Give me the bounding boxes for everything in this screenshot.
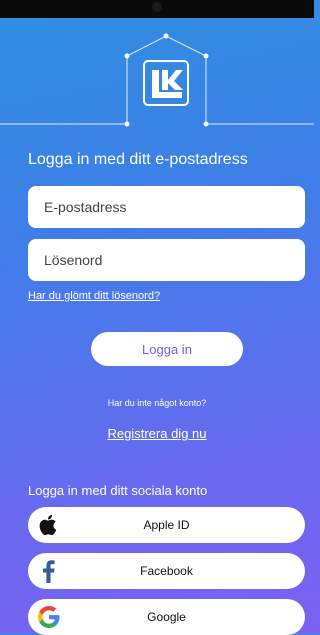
google-button[interactable]: Google [28, 599, 305, 635]
password-field[interactable] [42, 251, 291, 269]
login-title: Logga in med ditt e-postadress [28, 151, 248, 168]
facebook-label: Facebook [140, 564, 193, 578]
email-field-container[interactable] [28, 186, 305, 228]
facebook-button[interactable]: Facebook [28, 553, 305, 589]
no-account-text: Har du inte något konto? [107, 398, 207, 408]
apple-id-label: Apple ID [143, 518, 190, 532]
login-button[interactable]: Logga in [91, 332, 243, 366]
google-label: Google [147, 610, 186, 624]
status-bar [0, 0, 314, 18]
social-login-title: Logga in med ditt sociala konto [28, 483, 208, 498]
register-link[interactable]: Registrera dig nu [0, 426, 314, 441]
lk-logo-mark [152, 70, 183, 98]
apple-id-button[interactable]: Apple ID [28, 507, 305, 543]
forgot-password-link[interactable]: Har du glömt ditt lösenord? [28, 290, 160, 302]
password-field-container[interactable] [28, 239, 305, 281]
lk-logo [143, 60, 189, 106]
camera-cutout [152, 2, 162, 12]
email-field[interactable] [42, 198, 291, 216]
logo-area [0, 18, 314, 138]
